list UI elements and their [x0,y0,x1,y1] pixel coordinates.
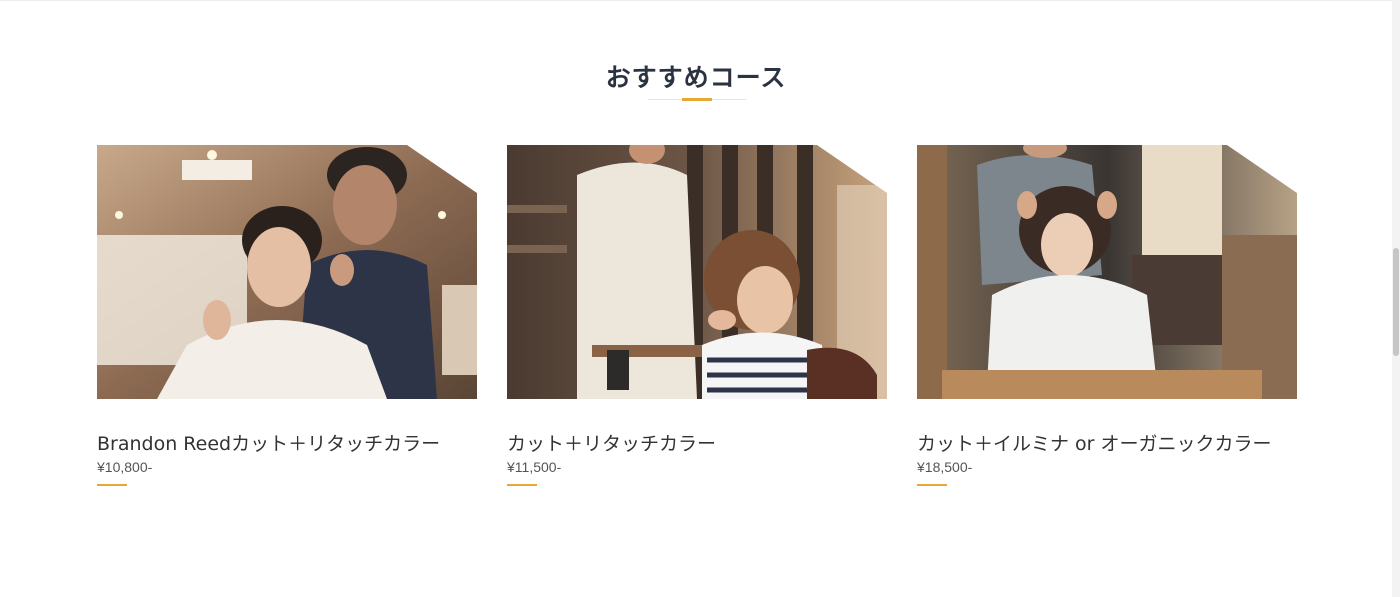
course-photo-3[interactable] [917,145,1297,399]
title-underline [648,98,746,101]
salon-photo-illustration [917,145,1297,399]
course-card-3[interactable]: カット＋イルミナ or オーガニックカラー ¥18,500- [917,145,1297,486]
course-card-2[interactable]: カット＋リタッチカラー ¥11,500- [507,145,887,486]
course-name-3[interactable]: カット＋イルミナ or オーガニックカラー [917,429,1272,456]
course-accent-bar-3 [917,484,947,486]
course-price-1: ¥10,800- [97,459,153,475]
scrollbar-thumb[interactable] [1393,248,1399,356]
course-card-1[interactable]: Brandon Reedカット＋リタッチカラー ¥10,800- [97,145,477,486]
course-name-1[interactable]: Brandon Reedカット＋リタッチカラー [97,429,440,456]
page-scrollbar[interactable] [1392,0,1400,597]
course-photo-2[interactable] [507,145,887,399]
course-accent-bar-1 [97,484,127,486]
top-divider [0,0,1392,1]
course-price-2: ¥11,500- [507,459,562,475]
course-accent-bar-2 [507,484,537,486]
title-underline-accent [682,98,712,101]
course-photo-1[interactable] [97,145,477,399]
salon-photo-illustration [507,145,887,399]
section-title: おすすめコース [605,64,787,92]
course-name-2[interactable]: カット＋リタッチカラー [507,429,716,456]
course-price-3: ¥18,500- [917,459,973,475]
salon-photo-illustration [97,145,477,399]
